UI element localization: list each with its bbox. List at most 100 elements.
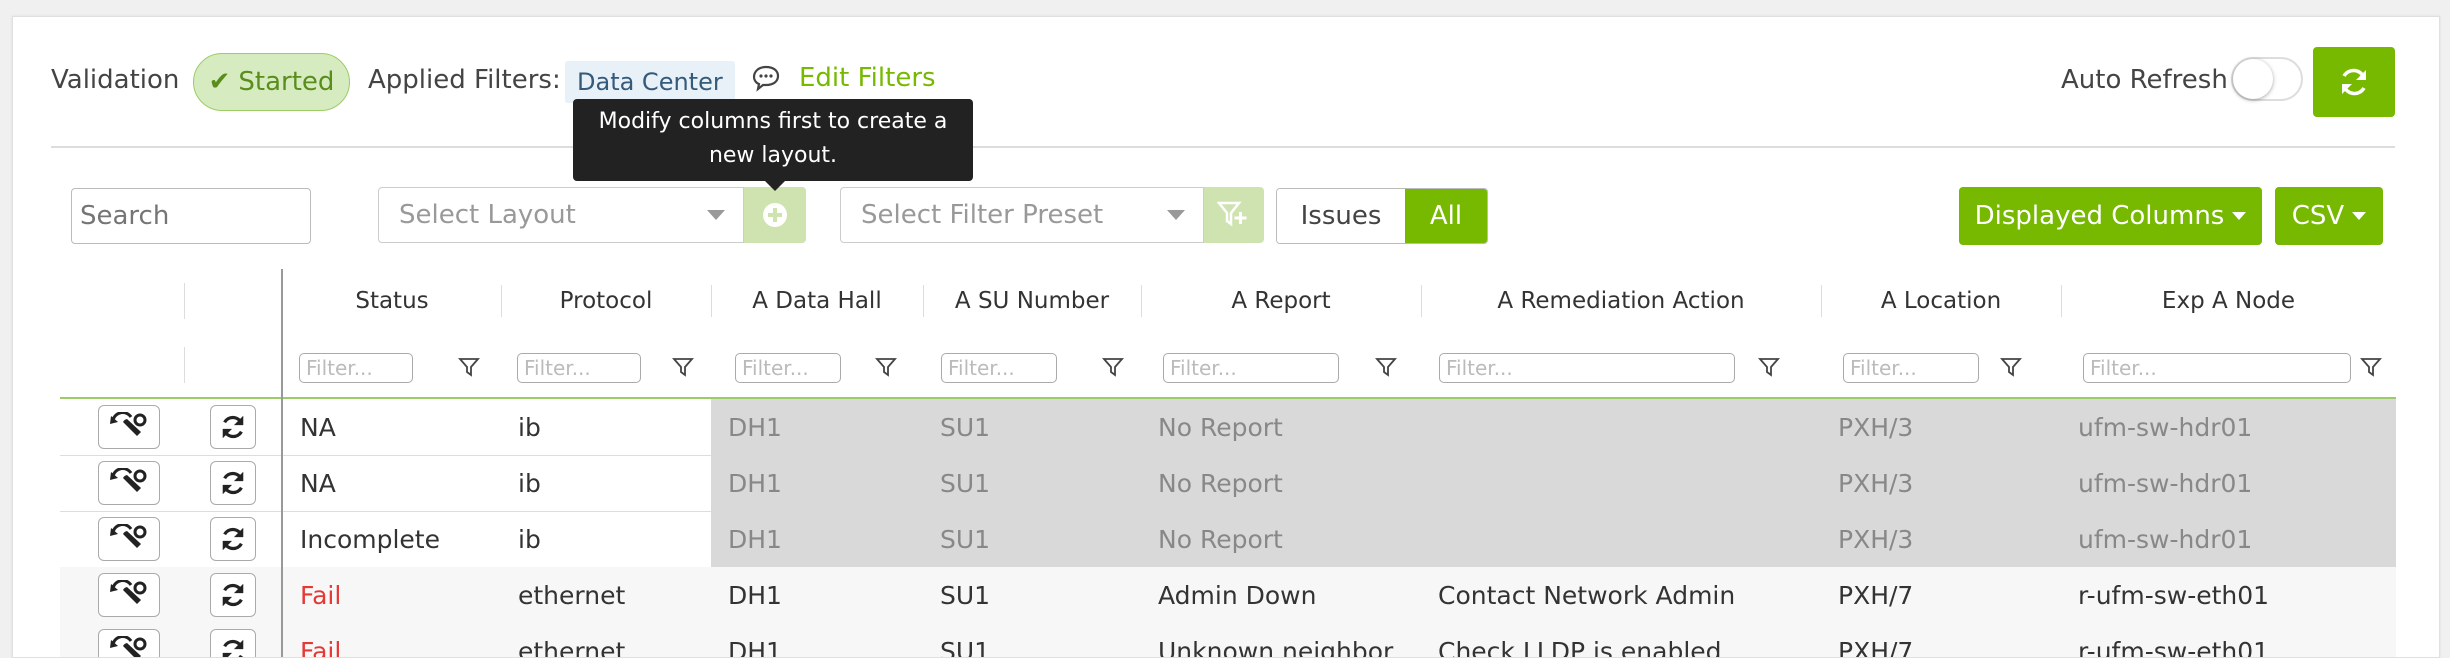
- table-cell: Incomplete: [300, 524, 440, 554]
- edit-row-button[interactable]: [98, 405, 160, 449]
- edit-row-button[interactable]: [98, 517, 160, 561]
- column-filter-input[interactable]: Filter...: [517, 353, 641, 383]
- table-cell: DH1: [728, 524, 782, 554]
- column-header[interactable]: A SU Number: [923, 269, 1141, 333]
- table-cell: Contact Network Admin: [1438, 580, 1736, 610]
- wrench-icon: [110, 468, 147, 492]
- table-header-row: Status Protocol A Data Hall A SU Number A Re…: [60, 269, 2396, 333]
- status-pill-label: Started: [238, 67, 335, 97]
- table-cell: No Report: [1158, 412, 1283, 442]
- tooltip: Modify columns first to create a new lay…: [573, 99, 973, 191]
- table-cell: SU1: [940, 468, 991, 498]
- select-filter-preset-dropdown[interactable]: Select Filter Preset: [840, 187, 1204, 243]
- header-bar: Validation ✔ Started Applied Filters: Da…: [13, 17, 2439, 147]
- table-cell: DH1: [728, 412, 782, 442]
- refresh-button[interactable]: [2313, 47, 2395, 117]
- table-cell: No Report: [1158, 468, 1283, 498]
- table-cell: ethernet: [518, 580, 626, 610]
- filter-funnel-icon[interactable]: [1757, 355, 1781, 379]
- wrench-icon: [110, 580, 147, 604]
- table-row[interactable]: NA ib DH1 SU1 No Report PXH/3 ufm-sw-hdr01: [60, 455, 2396, 512]
- csv-button[interactable]: CSV: [2275, 187, 2383, 245]
- table-cell: ib: [518, 412, 541, 442]
- table-cell: DH1: [728, 468, 782, 498]
- status-pill[interactable]: ✔ Started: [193, 53, 350, 111]
- table-cell: ufm-sw-hdr01: [2078, 412, 2253, 442]
- column-header[interactable]: Status: [283, 269, 501, 333]
- rerun-row-button[interactable]: [210, 573, 256, 617]
- filter-funnel-icon[interactable]: [457, 355, 481, 379]
- table-row[interactable]: NA ib DH1 SU1 No Report PXH/3 ufm-sw-hdr01: [60, 399, 2396, 456]
- table-cell: PXH/7: [1838, 636, 1914, 658]
- edit-row-button[interactable]: [98, 573, 160, 617]
- column-filter-input[interactable]: Filter...: [941, 353, 1057, 383]
- table-cell: ib: [518, 524, 541, 554]
- column-header[interactable]: A Report: [1141, 269, 1421, 333]
- refresh-icon: [222, 583, 244, 607]
- header-divider: [51, 146, 2395, 148]
- rerun-row-button[interactable]: [210, 629, 256, 657]
- comment-icon[interactable]: [751, 63, 781, 93]
- filter-separator: [184, 347, 185, 383]
- table-cell: Fail: [300, 580, 342, 610]
- filter-funnel-icon[interactable]: [1374, 355, 1398, 379]
- table-cell: Check LLDP is enabled: [1438, 636, 1722, 658]
- displayed-columns-button[interactable]: Displayed Columns: [1959, 187, 2262, 245]
- wrench-icon: [110, 524, 147, 548]
- table-row[interactable]: Incomplete ib DH1 SU1 No Report PXH/3 ufm-sw-h…: [60, 511, 2396, 568]
- column-header[interactable]: Protocol: [501, 269, 711, 333]
- filter-funnel-icon[interactable]: [1999, 355, 2023, 379]
- table-cell: SU1: [940, 636, 991, 658]
- refresh-icon: [2342, 68, 2366, 96]
- validation-label: Validation: [51, 65, 180, 95]
- table-cell: r-ufm-sw-eth01: [2078, 580, 2270, 610]
- chevron-down-icon: [1167, 210, 1185, 220]
- refresh-icon: [222, 471, 244, 495]
- table-cell: NA: [300, 468, 336, 498]
- table-row[interactable]: Fail ethernet DH1 SU1 Admin Down Contact Netw…: [60, 567, 2396, 624]
- column-header[interactable]: A Remediation Action: [1421, 269, 1821, 333]
- refresh-icon: [222, 639, 244, 657]
- caret-down-icon: [2352, 212, 2367, 220]
- auto-refresh-toggle[interactable]: [2231, 57, 2303, 101]
- column-header[interactable]: A Location: [1821, 269, 2061, 333]
- edit-filters-link[interactable]: Edit Filters: [799, 63, 936, 93]
- chevron-down-icon: [707, 210, 725, 220]
- column-header[interactable]: Exp A Node: [2061, 269, 2396, 333]
- issues-button[interactable]: Issues: [1277, 189, 1405, 243]
- rerun-row-button[interactable]: [210, 517, 256, 561]
- column-filter-input[interactable]: Filter...: [1439, 353, 1735, 383]
- rerun-row-button[interactable]: [210, 405, 256, 449]
- filter-funnel-icon[interactable]: [874, 355, 898, 379]
- column-filter-input[interactable]: Filter...: [299, 353, 413, 383]
- refresh-icon: [222, 415, 244, 439]
- save-filter-preset-button[interactable]: [1204, 187, 1264, 243]
- filter-funnel-icon[interactable]: [671, 355, 695, 379]
- rerun-row-button[interactable]: [210, 461, 256, 505]
- column-filter-input[interactable]: Filter...: [1163, 353, 1339, 383]
- edit-row-button[interactable]: [98, 629, 160, 657]
- displayed-columns-label: Displayed Columns: [1974, 201, 2225, 231]
- toggle-knob: [2233, 59, 2273, 99]
- filter-funnel-icon[interactable]: [2359, 355, 2383, 379]
- column-filter-input[interactable]: Filter...: [735, 353, 841, 383]
- table-cell: ethernet: [518, 636, 626, 658]
- caret-down-icon: [2232, 212, 2247, 220]
- search-input[interactable]: [71, 188, 311, 244]
- table-cell: ufm-sw-hdr01: [2078, 468, 2253, 498]
- column-header[interactable]: A Data Hall: [711, 269, 923, 333]
- column-filter-input[interactable]: Filter...: [1843, 353, 1979, 383]
- column-filter-input[interactable]: Filter...: [2083, 353, 2351, 383]
- select-layout-dropdown[interactable]: Select Layout: [378, 187, 744, 243]
- table-cell: PXH/3: [1838, 524, 1914, 554]
- filter-funnel-icon[interactable]: [1101, 355, 1125, 379]
- add-layout-button[interactable]: [744, 187, 806, 243]
- table-cell: Admin Down: [1158, 580, 1317, 610]
- table-row[interactable]: Fail ethernet DH1 SU1 Unknown neighbor Check …: [60, 623, 2396, 658]
- table-cell: DH1: [728, 580, 782, 610]
- table-cell: SU1: [940, 524, 991, 554]
- table-cell: Fail: [300, 636, 342, 658]
- all-button[interactable]: All: [1405, 189, 1487, 243]
- table-cell: No Report: [1158, 524, 1283, 554]
- edit-row-button[interactable]: [98, 461, 160, 505]
